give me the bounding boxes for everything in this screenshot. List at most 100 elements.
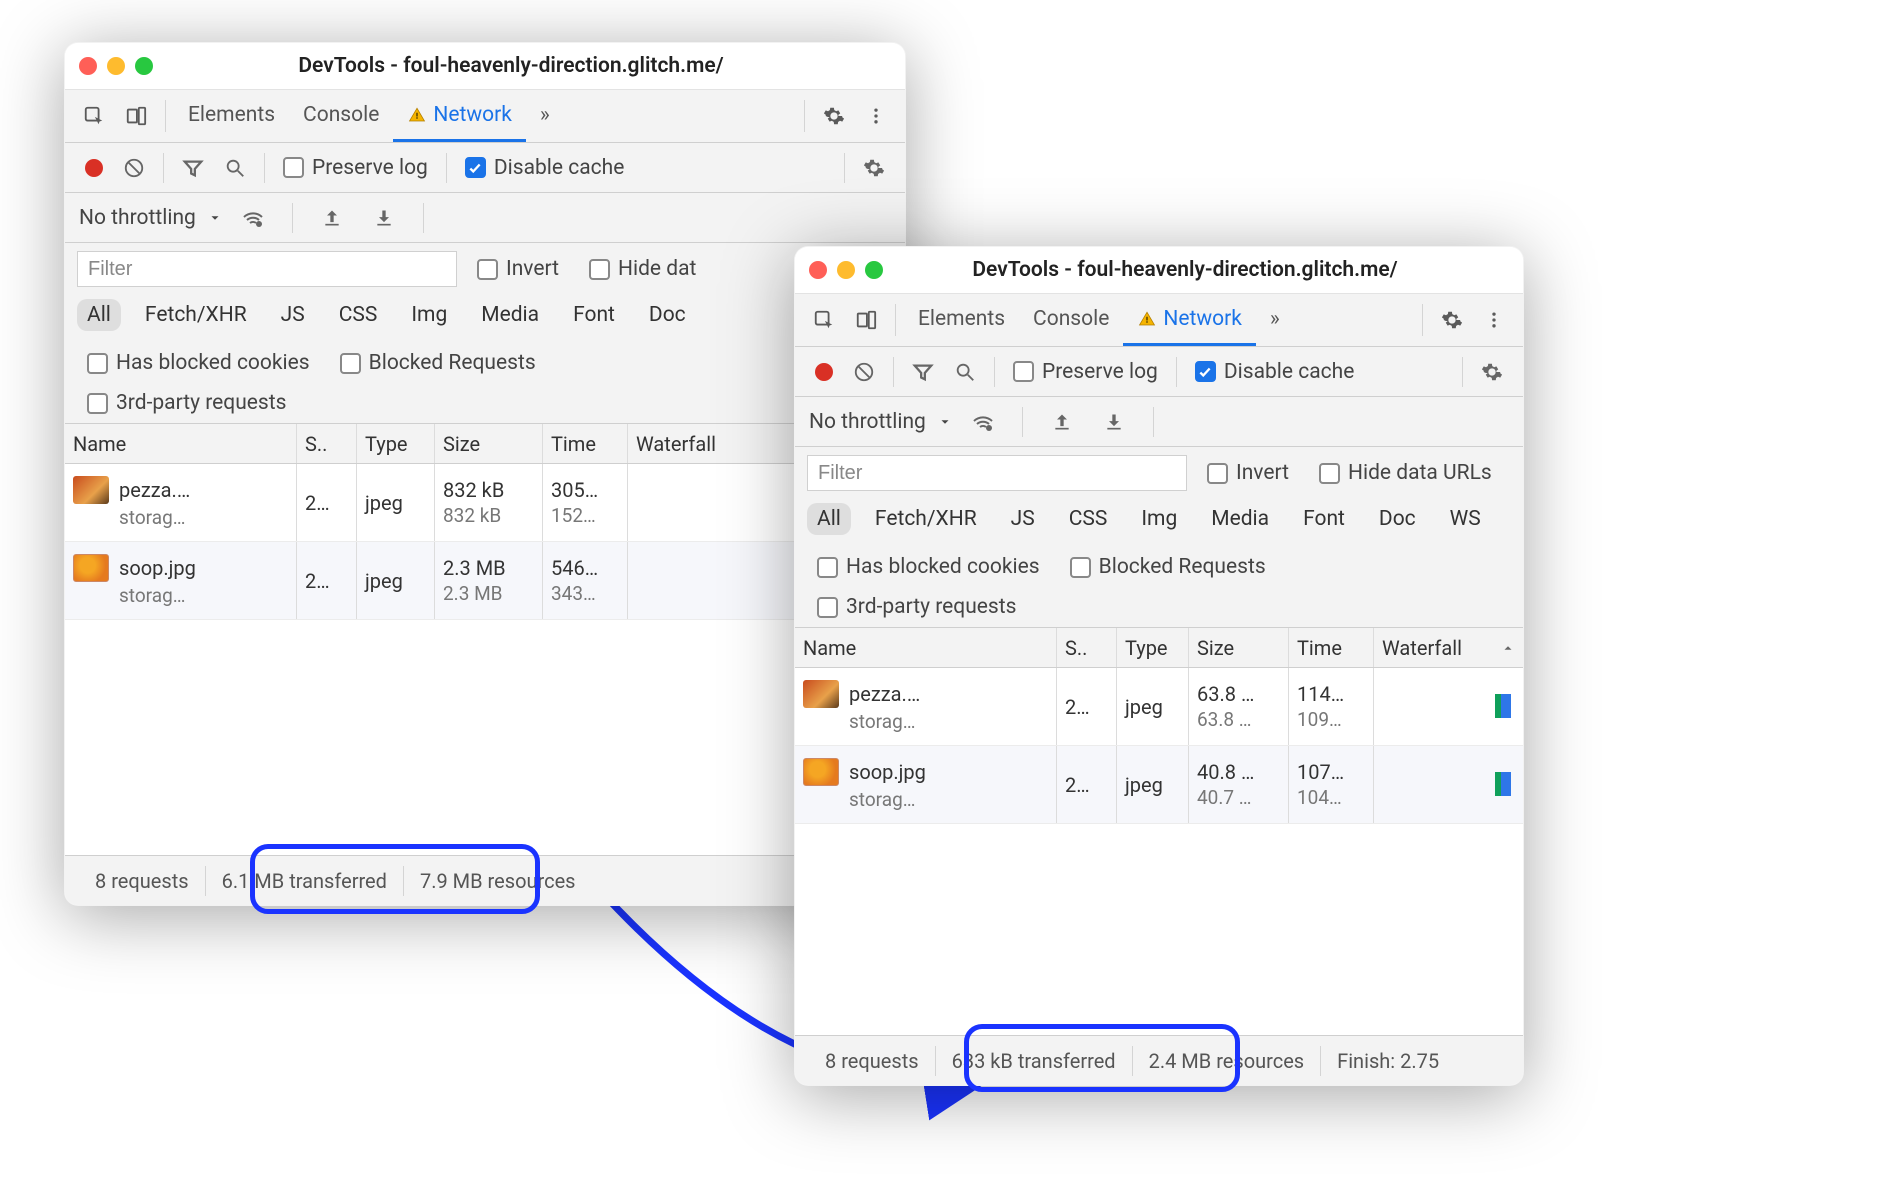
download-har-icon[interactable] <box>1097 405 1131 439</box>
tab-network[interactable]: Network <box>393 90 526 142</box>
minimize-window-icon[interactable] <box>837 261 855 279</box>
pill-doc[interactable]: Doc <box>1369 503 1426 535</box>
col-size[interactable]: Size <box>435 424 543 463</box>
invert-checkbox[interactable]: Invert <box>1207 461 1289 485</box>
tab-console[interactable]: Console <box>1019 294 1123 346</box>
kebab-icon[interactable] <box>1476 302 1512 338</box>
record-button-icon[interactable] <box>815 363 833 381</box>
pill-img[interactable]: Img <box>401 299 457 331</box>
network-conditions-icon[interactable] <box>966 405 1000 439</box>
zoom-window-icon[interactable] <box>865 261 883 279</box>
pill-ws[interactable]: WS <box>1440 503 1491 535</box>
warning-icon <box>407 105 427 125</box>
filter-input[interactable] <box>77 251 457 287</box>
hide-data-urls-checkbox[interactable]: Hide dat <box>589 257 696 281</box>
pill-all[interactable]: All <box>807 503 851 535</box>
inspect-element-icon[interactable] <box>806 302 842 338</box>
traffic-lights[interactable] <box>809 261 883 279</box>
pill-font[interactable]: Font <box>1293 503 1355 535</box>
gear-icon[interactable] <box>1434 302 1470 338</box>
preserve-log-label: Preserve log <box>312 156 428 180</box>
device-toggle-icon[interactable] <box>118 98 154 134</box>
chevron-down-icon <box>208 211 222 225</box>
pill-js[interactable]: JS <box>1001 503 1045 535</box>
col-size[interactable]: Size <box>1189 628 1289 667</box>
zoom-window-icon[interactable] <box>135 57 153 75</box>
kebab-icon[interactable] <box>858 98 894 134</box>
preserve-log-checkbox[interactable]: Preserve log <box>1013 360 1158 384</box>
blocked-requests-checkbox[interactable]: Blocked Requests <box>1070 555 1266 579</box>
tab-network[interactable]: Network <box>1123 294 1256 346</box>
minimize-window-icon[interactable] <box>107 57 125 75</box>
col-time[interactable]: Time <box>543 424 628 463</box>
pill-fetch[interactable]: Fetch/XHR <box>865 503 987 535</box>
col-time[interactable]: Time <box>1289 628 1374 667</box>
col-status[interactable]: S.. <box>1057 628 1117 667</box>
network-conditions-icon[interactable] <box>236 201 270 235</box>
hide-data-urls-checkbox[interactable]: Hide data URLs <box>1319 461 1492 485</box>
checkbox-checked-icon <box>465 157 486 178</box>
col-type[interactable]: Type <box>1117 628 1189 667</box>
blocked-cookies-checkbox[interactable]: Has blocked cookies <box>817 555 1040 579</box>
preserve-log-checkbox[interactable]: Preserve log <box>283 156 428 180</box>
tab-overflow[interactable]: » <box>1256 294 1294 346</box>
invert-checkbox[interactable]: Invert <box>477 257 559 281</box>
upload-har-icon[interactable] <box>315 201 349 235</box>
download-har-icon[interactable] <box>367 201 401 235</box>
col-name[interactable]: Name <box>795 628 1057 667</box>
network-toolbar: Preserve log Disable cache <box>65 143 905 193</box>
pill-all[interactable]: All <box>77 299 121 331</box>
traffic-lights[interactable] <box>79 57 153 75</box>
third-party-checkbox[interactable]: 3rd-party requests <box>87 391 286 415</box>
tab-console[interactable]: Console <box>289 90 393 142</box>
disable-cache-checkbox[interactable]: Disable cache <box>1195 360 1355 384</box>
col-name[interactable]: Name <box>65 424 297 463</box>
col-waterfall[interactable]: Waterfall <box>1374 628 1523 667</box>
col-status[interactable]: S.. <box>297 424 357 463</box>
gear-icon[interactable] <box>1475 355 1509 389</box>
pill-img[interactable]: Img <box>1131 503 1187 535</box>
tab-elements[interactable]: Elements <box>904 294 1019 346</box>
tab-elements[interactable]: Elements <box>174 90 289 142</box>
blocked-requests-checkbox[interactable]: Blocked Requests <box>340 351 536 375</box>
gear-icon[interactable] <box>816 98 852 134</box>
pill-wasm[interactable]: Wasm <box>1505 503 1511 535</box>
blocked-cookies-checkbox[interactable]: Has blocked cookies <box>87 351 310 375</box>
device-toggle-icon[interactable] <box>848 302 884 338</box>
clear-icon[interactable] <box>117 151 151 185</box>
sort-asc-icon <box>1501 641 1515 655</box>
close-window-icon[interactable] <box>79 57 97 75</box>
pill-doc[interactable]: Doc <box>639 299 696 331</box>
col-type[interactable]: Type <box>357 424 435 463</box>
pill-font[interactable]: Font <box>563 299 625 331</box>
record-button-icon[interactable] <box>85 159 103 177</box>
close-window-icon[interactable] <box>809 261 827 279</box>
disable-cache-checkbox[interactable]: Disable cache <box>465 156 625 180</box>
clear-icon[interactable] <box>847 355 881 389</box>
upload-har-icon[interactable] <box>1045 405 1079 439</box>
pill-css[interactable]: CSS <box>1059 503 1118 535</box>
search-icon[interactable] <box>948 355 982 389</box>
third-party-checkbox[interactable]: 3rd-party requests <box>817 595 1016 619</box>
pill-css[interactable]: CSS <box>329 299 388 331</box>
pill-media[interactable]: Media <box>1201 503 1279 535</box>
gear-icon[interactable] <box>857 151 891 185</box>
throttling-select[interactable]: No throttling <box>809 410 952 434</box>
throttling-bar: No throttling <box>795 397 1523 447</box>
tab-overflow[interactable]: » <box>526 90 564 142</box>
filter-input[interactable] <box>807 455 1187 491</box>
search-icon[interactable] <box>218 151 252 185</box>
inspect-element-icon[interactable] <box>76 98 112 134</box>
table-row[interactable]: soop.jpg storag… 2… jpeg 40.8 …40.7 … 10… <box>795 746 1523 824</box>
filter-icon[interactable] <box>176 151 210 185</box>
table-row[interactable]: soop.jpg storag… 2… jpeg 2.3 MB2.3 MB 54… <box>65 542 905 620</box>
thumbnail-icon <box>803 680 839 708</box>
pill-js[interactable]: JS <box>271 299 315 331</box>
filter-icon[interactable] <box>906 355 940 389</box>
table-row[interactable]: pezza.… storag… 2… jpeg 63.8 …63.8 … 114… <box>795 668 1523 746</box>
table-row[interactable]: pezza.… storag… 2… jpeg 832 kB832 kB 305… <box>65 464 905 542</box>
pill-media[interactable]: Media <box>471 299 549 331</box>
pill-fetch[interactable]: Fetch/XHR <box>135 299 257 331</box>
throttling-select[interactable]: No throttling <box>79 206 222 230</box>
devtools-tabbar: Elements Console Network » <box>795 294 1523 347</box>
